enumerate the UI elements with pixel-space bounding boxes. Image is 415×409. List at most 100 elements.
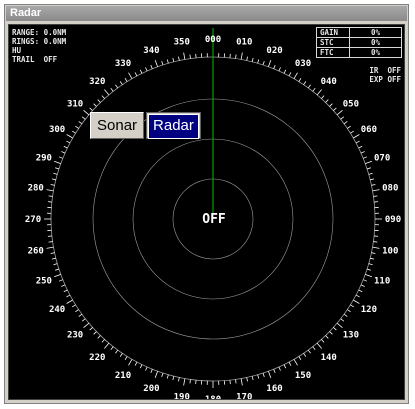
bearing-label-080: 080: [382, 184, 398, 194]
bearing-tick: [373, 241, 378, 243]
bearing-tick: [51, 178, 56, 181]
bearing-tick: [97, 335, 101, 339]
bearing-tick: [316, 342, 322, 349]
bearing-label-010: 010: [236, 38, 252, 48]
bearing-tick: [124, 78, 128, 82]
bearing-tick: [350, 304, 354, 308]
bearing-label-250: 250: [36, 277, 52, 287]
bearing-label-170: 170: [236, 392, 252, 400]
bearing-tick: [93, 331, 97, 335]
bearing-tick: [54, 160, 61, 164]
bearing-tick: [66, 294, 71, 298]
bearing-tick: [355, 140, 360, 144]
trail-readout: TRAIL OFF: [12, 55, 58, 64]
bearing-tick: [172, 376, 175, 381]
bearing-tick: [54, 274, 61, 278]
bearing-tick: [189, 54, 191, 59]
bearing-label-020: 020: [266, 46, 282, 56]
bearing-tick: [278, 366, 281, 371]
bearing-tick: [312, 346, 316, 351]
bearing-label-120: 120: [361, 305, 377, 315]
gain-label: GAIN: [316, 27, 350, 38]
bearing-tick: [340, 116, 345, 120]
bearing-tick: [101, 95, 105, 99]
bearing-tick: [128, 72, 133, 79]
bearing-label-330: 330: [115, 59, 131, 69]
bearing-label-110: 110: [374, 277, 390, 287]
bearing-tick: [268, 371, 272, 378]
ftc-value: 0%: [349, 47, 402, 58]
mode-buttons: Sonar Radar: [90, 112, 201, 139]
bearing-tick: [273, 369, 276, 374]
bearing-tick: [336, 110, 343, 116]
gain-row: GAIN 0%: [316, 27, 402, 38]
bearing-label-340: 340: [143, 46, 159, 56]
range-readout: RANGE: 0.0NM: [12, 28, 67, 37]
bearing-tick: [58, 156, 63, 159]
bearing-tick: [343, 313, 348, 317]
bearing-tick: [340, 318, 345, 322]
bearing-tick: [104, 342, 110, 349]
bearing-tick: [51, 257, 56, 260]
bearing-tick: [166, 374, 169, 379]
bearing-tick: [365, 160, 372, 164]
bearing-tick: [166, 59, 169, 64]
bearing-tick: [262, 372, 265, 377]
bearing-tick: [53, 263, 58, 266]
bearing-tick: [293, 72, 298, 79]
bearing-tick: [104, 89, 110, 96]
bearing-tick: [283, 364, 287, 369]
bearing-tick: [363, 279, 368, 282]
bearing-tick: [81, 318, 86, 322]
bearing-tick: [373, 195, 378, 197]
bearing-tick: [329, 331, 333, 335]
bearing-tick: [350, 130, 354, 134]
bearing-tick: [235, 379, 237, 384]
bearing-tick: [55, 167, 60, 170]
bearing-tick: [101, 339, 105, 343]
bearing-tick: [353, 134, 360, 139]
bearing-tick: [48, 195, 53, 197]
bearing-tick: [58, 279, 63, 282]
bearing-label-180: 180: [205, 395, 221, 400]
bearing-tick: [66, 140, 71, 144]
bearing-tick: [257, 374, 260, 379]
bearing-tick: [97, 99, 101, 103]
bearing-label-300: 300: [49, 125, 65, 135]
bearing-tick: [307, 84, 311, 89]
bearing-tick: [283, 69, 287, 74]
bearing-tick: [325, 335, 329, 339]
bearing-tick: [370, 178, 375, 181]
bearing-tick: [262, 61, 265, 66]
bearing-tick: [240, 378, 243, 386]
bearing-tick: [298, 78, 302, 82]
bearing-tick: [321, 339, 325, 343]
bearing-tick: [128, 359, 133, 366]
bearing-tick: [363, 156, 368, 159]
bearing-tick: [183, 52, 186, 60]
bearing-label-140: 140: [321, 353, 337, 363]
bearing-tick: [257, 59, 260, 64]
bearing-tick: [178, 377, 180, 382]
sonar-button[interactable]: Sonar: [90, 112, 145, 139]
radar-status-label: OFF: [202, 212, 226, 227]
bearing-tick: [360, 284, 365, 287]
bearing-label-130: 130: [343, 331, 359, 341]
radar-button[interactable]: Radar: [146, 112, 201, 139]
bearing-tick: [145, 366, 148, 371]
bearing-tick: [371, 184, 376, 186]
bearing-tick: [154, 60, 158, 67]
bearing-label-150: 150: [295, 371, 311, 381]
bearing-tick: [372, 189, 380, 192]
bearing-tick: [321, 95, 325, 99]
radar-display[interactable]: 000 010 020 030 040 050 060 070 080 090 100 110 120 1…: [8, 24, 405, 400]
bearing-label-260: 260: [28, 246, 44, 256]
bearing-tick: [183, 378, 186, 386]
bearing-label-310: 310: [67, 99, 83, 109]
settings-table: GAIN 0% STC 0% FTC 0%: [316, 27, 402, 58]
rings-readout: RINGS: 0.0NM: [12, 37, 67, 46]
bearing-label-030: 030: [295, 59, 311, 69]
bearing-tick: [75, 125, 79, 129]
bearing-label-320: 320: [89, 77, 105, 87]
bearing-tick: [316, 89, 322, 96]
